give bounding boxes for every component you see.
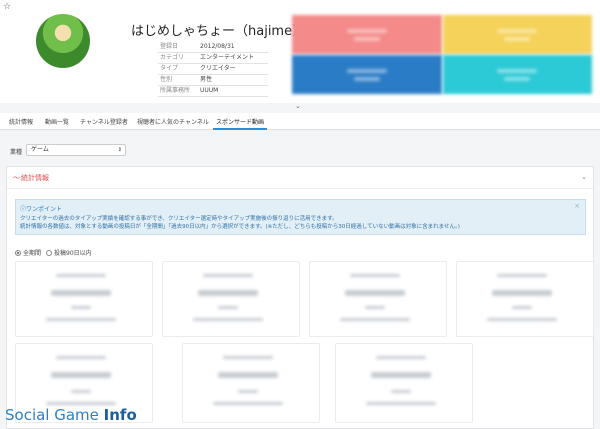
tab-bar: 統計情報 動画一覧 チャンネル登録者 視聴者に人気のチャンネル スポンサード動画 (0, 113, 600, 130)
sponsored-stat-card (15, 261, 153, 337)
stats-summary-grid (292, 15, 592, 94)
info-row: 所属事務所 UUUM (158, 86, 268, 97)
sponsored-stat-card (182, 343, 320, 423)
watermark-logo: Social Game Info (5, 406, 137, 424)
stat-tile (292, 55, 442, 94)
tab-statistics[interactable]: 統計情報 (9, 117, 33, 126)
sponsored-stat-card (456, 261, 594, 337)
tab-subscribers[interactable]: チャンネル登録者 (80, 117, 128, 126)
period-all-radio[interactable]: 全期間 (15, 248, 41, 257)
channel-name: はじめしゃちょー（hajime） (131, 24, 306, 39)
notice-text: クリエイターの過去のタイアップ実績を確認する事ができ、クリエイター選定時やタイア… (20, 216, 460, 230)
info-row: タイプ クリエイター (158, 64, 268, 75)
trend-line-icon: 〜 (13, 174, 20, 182)
close-icon[interactable]: × (574, 202, 580, 210)
chevron-down-icon[interactable]: ⌄ (295, 102, 301, 110)
active-tab-indicator (213, 128, 267, 130)
panel-header[interactable]: 〜 統計情報 ⌄ (7, 167, 593, 189)
star-icon[interactable]: ☆ (3, 2, 11, 12)
panel-title: 統計情報 (21, 174, 49, 182)
chevron-updown-icon: ⇕ (117, 147, 122, 153)
avatar (36, 14, 90, 68)
genre-label: 業種 (10, 149, 23, 156)
chevron-down-icon[interactable]: ⌄ (581, 173, 587, 181)
sponsored-stat-card (309, 261, 447, 337)
tab-popular-channels[interactable]: 視聴者に人気のチャンネル (137, 117, 209, 126)
period-selector: 全期間 投稿90日以内 (15, 248, 92, 257)
notice-title: ⓘワンポイント (20, 206, 63, 213)
genre-select[interactable]: ゲーム ⇕ (26, 144, 126, 156)
period-90days-radio[interactable]: 投稿90日以内 (46, 248, 92, 257)
genre-selected-value: ゲーム (31, 146, 49, 153)
sponsored-stat-card (162, 261, 300, 337)
stat-tile (442, 15, 592, 54)
channel-info-table: 登録日 2012/08/31 カテゴリ エンターテイメント タイプ クリエイター 性別… (158, 42, 268, 97)
stat-tile (442, 55, 592, 94)
stats-panel: 〜 統計情報 ⌄ ⓘワンポイント クリエイターの過去のタイアップ実績を確認する事… (6, 166, 594, 429)
tab-video-list[interactable]: 動画一覧 (45, 117, 69, 126)
sponsored-stat-card (335, 343, 473, 423)
channel-header: ☆ はじめしゃちょー（hajime） 登録日 2012/08/31 カテゴリ エンタ… (0, 0, 600, 110)
info-row: 性別 男性 (158, 75, 268, 86)
tab-sponsored-videos[interactable]: スポンサード動画 (216, 117, 264, 126)
info-row: 登録日 2012/08/31 (158, 42, 268, 53)
info-row: カテゴリ エンターテイメント (158, 53, 268, 64)
one-point-notice: ⓘワンポイント クリエイターの過去のタイアップ実績を確認する事ができ、クリエイタ… (15, 199, 586, 235)
stat-tile (292, 15, 442, 54)
